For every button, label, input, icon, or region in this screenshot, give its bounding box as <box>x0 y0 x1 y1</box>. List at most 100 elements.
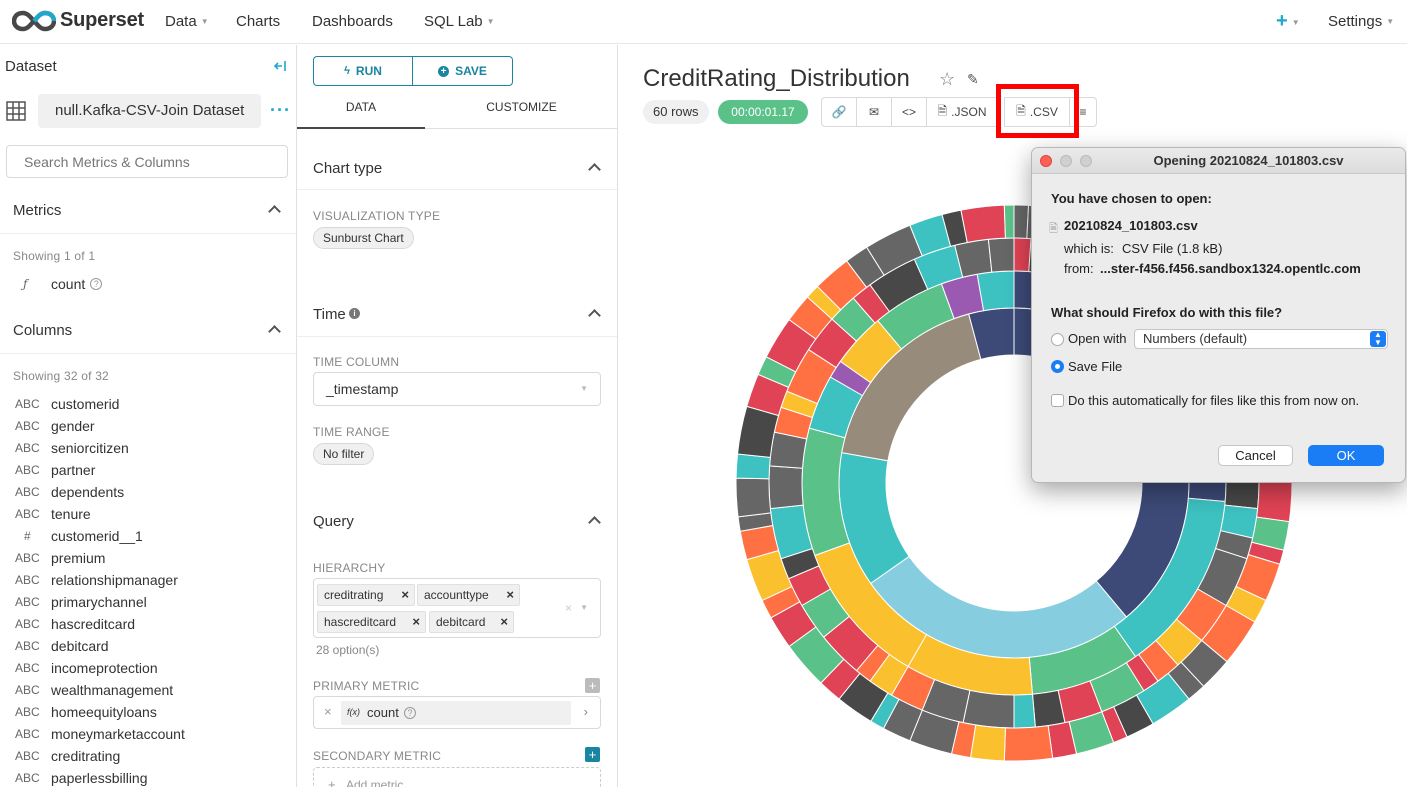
sunburst-segment[interactable] <box>960 204 1006 244</box>
column-item[interactable]: ABC customerid <box>15 393 285 415</box>
collapse-panel-icon[interactable] <box>273 59 287 73</box>
time-range-label: TIME RANGE <box>313 425 390 439</box>
cancel-button[interactable]: Cancel <box>1218 445 1293 466</box>
info-icon[interactable]: ? <box>90 278 103 290</box>
column-item[interactable]: ABC gender <box>15 415 285 437</box>
sunburst-segment[interactable] <box>987 237 1015 273</box>
column-item[interactable]: ABC relationshipmanager <box>15 569 285 591</box>
clear-icon[interactable]: × <box>565 601 572 615</box>
chart-type-section-header[interactable]: Chart type <box>297 144 617 190</box>
column-item[interactable]: ABC paperlessbilling <box>15 767 285 787</box>
numeric-type-icon: # <box>24 529 31 543</box>
info-icon[interactable]: ? <box>404 707 416 719</box>
column-item[interactable]: ABC incomeprotection <box>15 657 285 679</box>
viz-type-tag[interactable]: Sunburst Chart <box>313 227 414 249</box>
time-title: Time <box>313 306 346 323</box>
chevron-right-icon: › <box>583 704 588 719</box>
column-item[interactable]: ABC hascreditcard <box>15 613 285 635</box>
column-item[interactable]: ABC seniorcitizen <box>15 437 285 459</box>
columns-showing-count: Showing 32 of 32 <box>13 369 109 383</box>
info-icon[interactable]: i <box>349 308 360 319</box>
column-item[interactable]: ABC homeequityloans <box>15 701 285 723</box>
primary-metric-select[interactable]: × f(x) count ? › <box>313 696 601 729</box>
sunburst-segment[interactable] <box>1013 237 1032 273</box>
nav-charts[interactable]: Charts <box>236 13 280 30</box>
add-secondary-metric-icon[interactable]: + <box>585 747 600 762</box>
sunburst-segment[interactable] <box>976 270 1015 312</box>
sunburst-segment[interactable] <box>1003 725 1054 762</box>
column-name: wealthmanagement <box>51 682 174 698</box>
column-name: incomeprotection <box>51 660 158 676</box>
metrics-section-header[interactable]: Metrics <box>0 190 296 234</box>
sunburst-segment[interactable] <box>1003 204 1015 239</box>
auto-checkbox[interactable] <box>1051 394 1064 407</box>
metric-pill[interactable]: f(x) count ? <box>341 701 571 725</box>
remove-icon[interactable]: × <box>500 612 508 632</box>
time-column-select[interactable]: _timestamp ▼ <box>313 372 601 406</box>
column-item[interactable]: # customerid__1 <box>15 525 285 547</box>
column-item[interactable]: ABC tenure <box>15 503 285 525</box>
sunburst-segment[interactable] <box>768 465 804 510</box>
run-button[interactable]: ϟ RUN <box>314 57 413 85</box>
ok-button[interactable]: OK <box>1308 445 1384 466</box>
chevron-down-icon: ▼ <box>580 384 588 393</box>
tab-data[interactable]: DATA <box>297 100 425 129</box>
time-range-tag[interactable]: No filter <box>313 443 375 465</box>
dataset-more-icon[interactable]: ··· <box>270 100 291 121</box>
plus-icon: + <box>328 777 336 787</box>
nav-data-menu[interactable]: Data ▼ <box>165 13 209 30</box>
chevron-up-icon <box>268 205 281 218</box>
add-metric-dropzone[interactable]: + Add metric <box>313 767 601 787</box>
tab-customize[interactable]: CUSTOMIZE <box>425 100 617 129</box>
column-name: dependents <box>51 484 125 500</box>
time-section-header[interactable]: Time i <box>297 291 617 337</box>
metric-item[interactable]: ƒ count ? <box>15 273 285 295</box>
query-title: Query <box>313 513 354 530</box>
sunburst-segment[interactable] <box>735 477 772 518</box>
hierarchy-select[interactable]: creditrating × accounttype × hascreditcard… <box>313 578 601 638</box>
string-type-icon: ABC <box>15 595 40 609</box>
remove-icon[interactable]: × <box>506 585 514 605</box>
superset-logo[interactable]: Superset <box>12 9 144 32</box>
string-type-icon: ABC <box>15 617 40 631</box>
column-item[interactable]: ABC primarychannel <box>15 591 285 613</box>
nav-dashboards[interactable]: Dashboards <box>312 13 393 30</box>
sunburst-segment[interactable] <box>1013 204 1030 239</box>
column-item[interactable]: ABC debitcard <box>15 635 285 657</box>
sunburst-segment[interactable] <box>969 724 1006 762</box>
column-name: seniorcitizen <box>51 440 129 456</box>
open-with-app-select[interactable]: Numbers (default) ▲ ▼ <box>1134 329 1388 349</box>
sunburst-segment[interactable] <box>1013 693 1036 729</box>
open-with-radio[interactable] <box>1051 333 1064 346</box>
sunburst-segment[interactable] <box>962 689 1015 729</box>
nav-settings-menu[interactable]: Settings ▼ <box>1328 13 1394 30</box>
sunburst-segment[interactable] <box>735 453 771 480</box>
add-primary-metric-icon[interactable]: + <box>585 678 600 693</box>
primary-metric-value: count <box>367 705 399 720</box>
save-file-radio[interactable] <box>1051 360 1064 373</box>
new-item-plus-icon[interactable]: + ▼ <box>1276 10 1300 33</box>
column-item[interactable]: ABC dependents <box>15 481 285 503</box>
string-type-icon: ABC <box>15 727 40 741</box>
columns-title: Columns <box>13 322 73 339</box>
save-button[interactable]: + SAVE <box>413 57 512 85</box>
secondary-metric-label: SECONDARY METRIC <box>313 749 442 763</box>
remove-icon[interactable]: × <box>401 585 409 605</box>
chevron-up-icon <box>588 309 601 322</box>
column-name: relationshipmanager <box>51 572 178 588</box>
top-navbar: Superset Data ▼ Charts Dashboards SQL Lab… <box>0 0 1407 44</box>
query-section-header[interactable]: Query <box>297 497 617 543</box>
dataset-name[interactable]: null.Kafka-CSV-Join Dataset <box>38 94 261 128</box>
search-metrics-columns-input[interactable] <box>6 145 288 178</box>
remove-metric-icon[interactable]: × <box>324 704 332 719</box>
nav-sql-lab-menu[interactable]: SQL Lab ▼ <box>424 13 495 30</box>
column-item[interactable]: ABC partner <box>15 459 285 481</box>
column-item[interactable]: ABC moneymarketaccount <box>15 723 285 745</box>
remove-icon[interactable]: × <box>412 612 420 632</box>
column-item[interactable]: ABC wealthmanagement <box>15 679 285 701</box>
columns-section-header[interactable]: Columns <box>0 310 296 354</box>
sunburst-segment[interactable] <box>1256 477 1293 523</box>
column-item[interactable]: ABC creditrating <box>15 745 285 767</box>
column-item[interactable]: ABC premium <box>15 547 285 569</box>
plus-circle-icon: + <box>438 65 450 77</box>
